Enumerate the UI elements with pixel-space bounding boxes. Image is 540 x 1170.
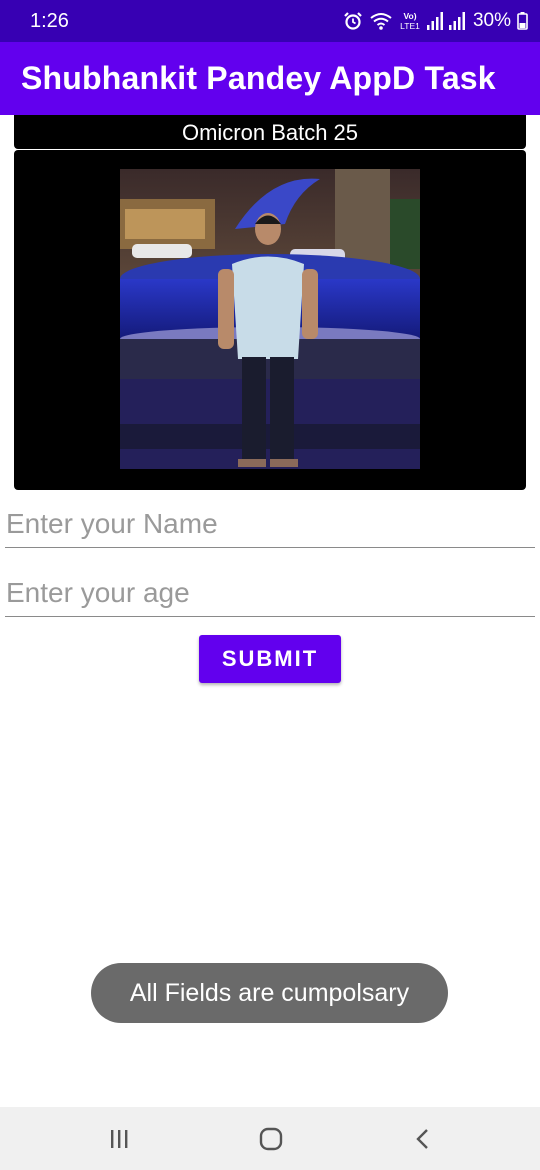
status-time: 1:26 — [30, 10, 69, 32]
lte-label: LTE1 — [400, 21, 420, 31]
batch-banner: Omicron Batch 25 — [14, 115, 526, 149]
volte-icon: Vo) LTE1 — [399, 10, 421, 32]
photo-card — [14, 150, 526, 490]
navigation-bar — [0, 1107, 540, 1170]
age-field-container — [5, 569, 535, 617]
signal-icon — [448, 12, 465, 30]
wifi-icon — [369, 11, 393, 31]
toast-message: All Fields are cumpolsary — [91, 963, 448, 1023]
profile-photo — [120, 169, 420, 469]
age-input[interactable] — [5, 569, 535, 616]
name-input[interactable] — [5, 500, 535, 547]
signal-icon — [426, 12, 443, 30]
battery-percent: 30% — [472, 10, 511, 31]
app-bar: Shubhankit Pandey AppD Task — [0, 42, 540, 115]
home-icon[interactable] — [256, 1125, 286, 1153]
name-field-container — [5, 500, 535, 548]
app-title: Shubhankit Pandey AppD Task — [21, 60, 496, 96]
status-bar: 1:26 Vo) LTE1 30% — [0, 0, 540, 42]
alarm-icon — [343, 11, 363, 31]
recent-apps-icon[interactable] — [104, 1125, 134, 1153]
back-icon[interactable] — [408, 1125, 438, 1153]
submit-button[interactable]: SUBMIT — [199, 635, 341, 683]
volte-label: Vo) — [403, 11, 416, 21]
battery-icon — [517, 12, 528, 30]
batch-text: Omicron Batch 25 — [181, 120, 359, 145]
status-icons: Vo) LTE1 30% — [343, 9, 528, 33]
